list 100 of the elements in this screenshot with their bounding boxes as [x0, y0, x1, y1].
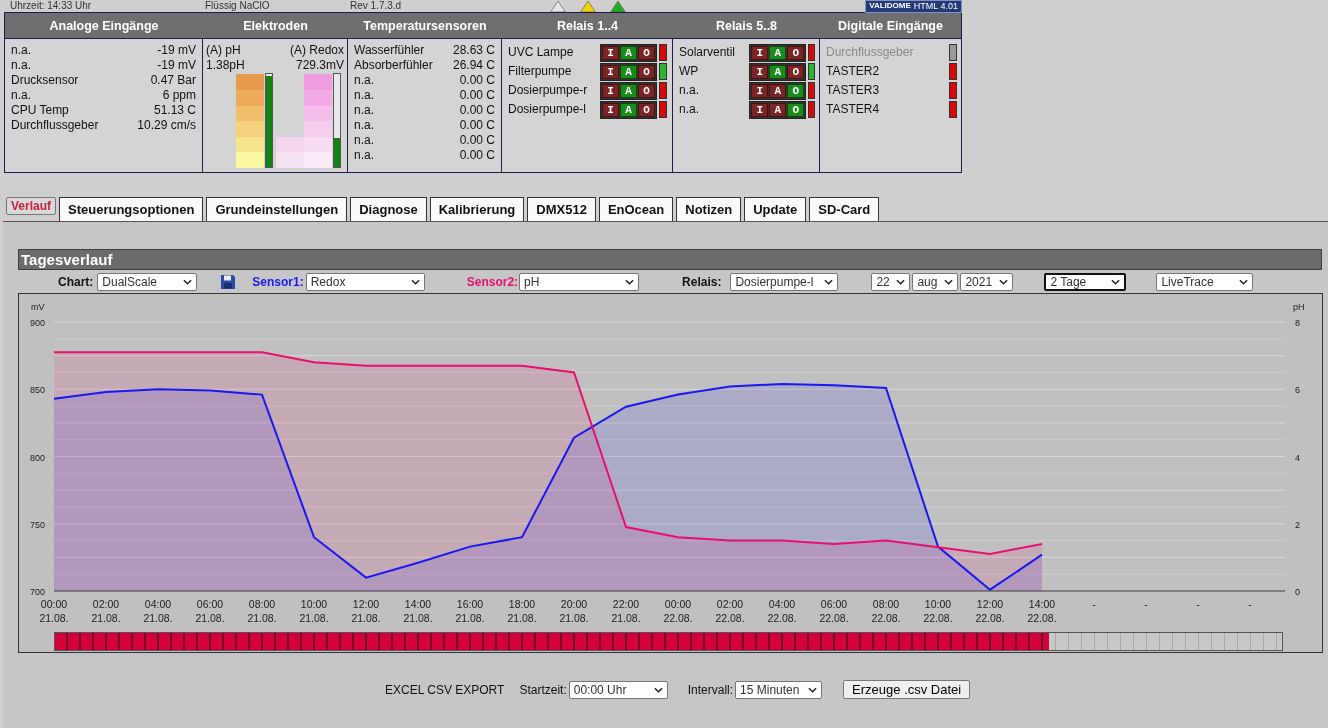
axis-label: 04:00 21.08. [143, 598, 173, 624]
axis-label: 6 [1295, 385, 1300, 396]
tab[interactable]: Notizen [676, 197, 742, 221]
mode-toggle[interactable]: O [787, 45, 805, 60]
version-text: Rev 1.7.3.d [350, 1, 403, 11]
axis-label: 14:00 21.08. [403, 598, 433, 624]
year-select[interactable]: 2021 [960, 272, 1014, 291]
sensor-label: n.a. [354, 118, 374, 133]
sensor-value: -19 mV [157, 43, 196, 58]
mode-toggle[interactable]: I [602, 45, 619, 60]
mode-toggle[interactable]: A [620, 102, 637, 117]
sensor-value: 0.47 Bar [150, 73, 196, 88]
input-label: TASTER4 [826, 102, 881, 117]
sensor-label: n.a. [11, 43, 31, 58]
sensor-value: 0.00 C [459, 148, 495, 163]
axis-label: 8 [1295, 318, 1300, 328]
mode-toggle[interactable]: I [751, 45, 769, 60]
validator-badge[interactable]: VALIDOME HTML 4.01 [865, 0, 962, 13]
mode-toggle[interactable]: A [620, 45, 637, 60]
tab[interactable]: Update [744, 197, 807, 221]
field-label: Startzeit: [519, 682, 567, 697]
mode-toggle[interactable]: O [638, 64, 655, 79]
mode-toggle[interactable]: A [769, 83, 787, 98]
sensor-value: 10.29 cm/s [137, 118, 196, 133]
chart-type-select[interactable]: DualScale [97, 272, 198, 291]
export-button[interactable]: Erzeuge .csv Datei [843, 680, 971, 699]
sensor-select[interactable]: pH [519, 272, 640, 291]
day-select[interactable]: 22 [871, 272, 911, 291]
mode-toggle[interactable]: I [751, 64, 769, 79]
tab[interactable]: Steuerungsoptionen [59, 197, 204, 221]
sensor-label: n.a. [354, 103, 374, 118]
mode-toggle[interactable]: I [602, 83, 619, 98]
relay-label: n.a. [679, 102, 700, 117]
relay-select[interactable]: Dosierpumpe-l [730, 272, 839, 291]
mode-toggle[interactable]: A [620, 83, 637, 98]
sensor-value: 0.00 C [459, 118, 495, 133]
relay-label: Solarventil [679, 45, 737, 60]
tab[interactable]: Diagnose [350, 197, 427, 221]
export-title: EXCEL CSV EXPORT [385, 682, 505, 697]
tab[interactable]: EnOcean [598, 197, 674, 221]
sensor-label: Drucksensor [11, 73, 79, 88]
axis-label: 06:00 22.08. [819, 598, 849, 624]
axis-label: 800 [29, 452, 45, 463]
axis-label: 22:00 21.08. [611, 598, 641, 624]
column-header: Relais 1..4 [502, 13, 673, 39]
sensor-select[interactable]: Redox [305, 272, 425, 291]
axis-label: 0 [1295, 587, 1300, 597]
chevron-icon [896, 278, 906, 285]
chevron-icon [1239, 278, 1249, 285]
axis-label: 850 [29, 385, 45, 396]
sensor-value: 0.00 C [459, 103, 495, 118]
relay-label: WP [679, 64, 700, 79]
axis-label: 16:00 21.08. [455, 598, 485, 624]
relay-label: n.a. [679, 83, 700, 98]
mode-toggle[interactable]: A [769, 102, 787, 117]
electrode-label: (A) Redox [289, 43, 344, 58]
sensor-label: n.a. [11, 88, 31, 103]
sensor-value: 0.00 C [459, 88, 495, 103]
electrode-reading: 729.3mV [295, 58, 344, 73]
interval-select[interactable]: 15 Minuten [735, 680, 823, 699]
tab[interactable]: Grundeinstellungen [206, 197, 348, 221]
mode-toggle[interactable]: O [787, 83, 805, 98]
mode-toggle[interactable]: I [751, 102, 769, 117]
mode-select[interactable]: LiveTrace [1156, 272, 1254, 291]
axis-label: - [1092, 598, 1096, 610]
mode-toggle[interactable]: O [787, 64, 805, 79]
axis-label: - [1196, 598, 1200, 610]
chevron-icon [999, 278, 1009, 285]
axis-label: 08:00 21.08. [247, 598, 277, 624]
mode-toggle[interactable]: O [638, 45, 655, 60]
mode-toggle[interactable]: O [787, 102, 805, 117]
field-label: Sensor1: [252, 274, 304, 289]
mode-toggle[interactable]: I [602, 64, 619, 79]
tab[interactable]: Verlauf [6, 197, 57, 215]
sensor-value: 51.13 C [153, 103, 196, 118]
mode-toggle[interactable]: A [769, 64, 787, 79]
range-select[interactable]: 2 Tage [1044, 272, 1127, 291]
field-label: Intervall: [687, 682, 734, 697]
tab[interactable]: SD-Card [809, 197, 880, 221]
tab[interactable]: Kalibrierung [429, 197, 525, 221]
axis-label: 900 [29, 318, 45, 328]
save-icon[interactable] [220, 273, 237, 290]
mode-toggle[interactable]: I [602, 102, 619, 117]
sensor-value: 0.00 C [459, 133, 495, 148]
start-time-select[interactable]: 00:00 Uhr [568, 680, 668, 699]
axis-label: 12:00 21.08. [351, 598, 381, 624]
tab[interactable]: DMX512 [527, 197, 596, 221]
mode-toggle[interactable]: I [751, 83, 769, 98]
chevron-icon [625, 278, 635, 285]
month-select[interactable]: aug [912, 272, 959, 291]
axis-label: 14:00 22.08. [1027, 598, 1057, 624]
relay-label: Dosierpumpe-l [508, 102, 588, 117]
mode-toggle[interactable]: A [620, 64, 637, 79]
chevron-icon [1111, 278, 1121, 285]
mode-toggle[interactable]: O [638, 102, 655, 117]
axis-title: pH [1293, 302, 1305, 312]
chevron-icon [824, 278, 834, 285]
chevron-icon [808, 686, 818, 693]
mode-toggle[interactable]: A [769, 45, 787, 60]
mode-toggle[interactable]: O [638, 83, 655, 98]
